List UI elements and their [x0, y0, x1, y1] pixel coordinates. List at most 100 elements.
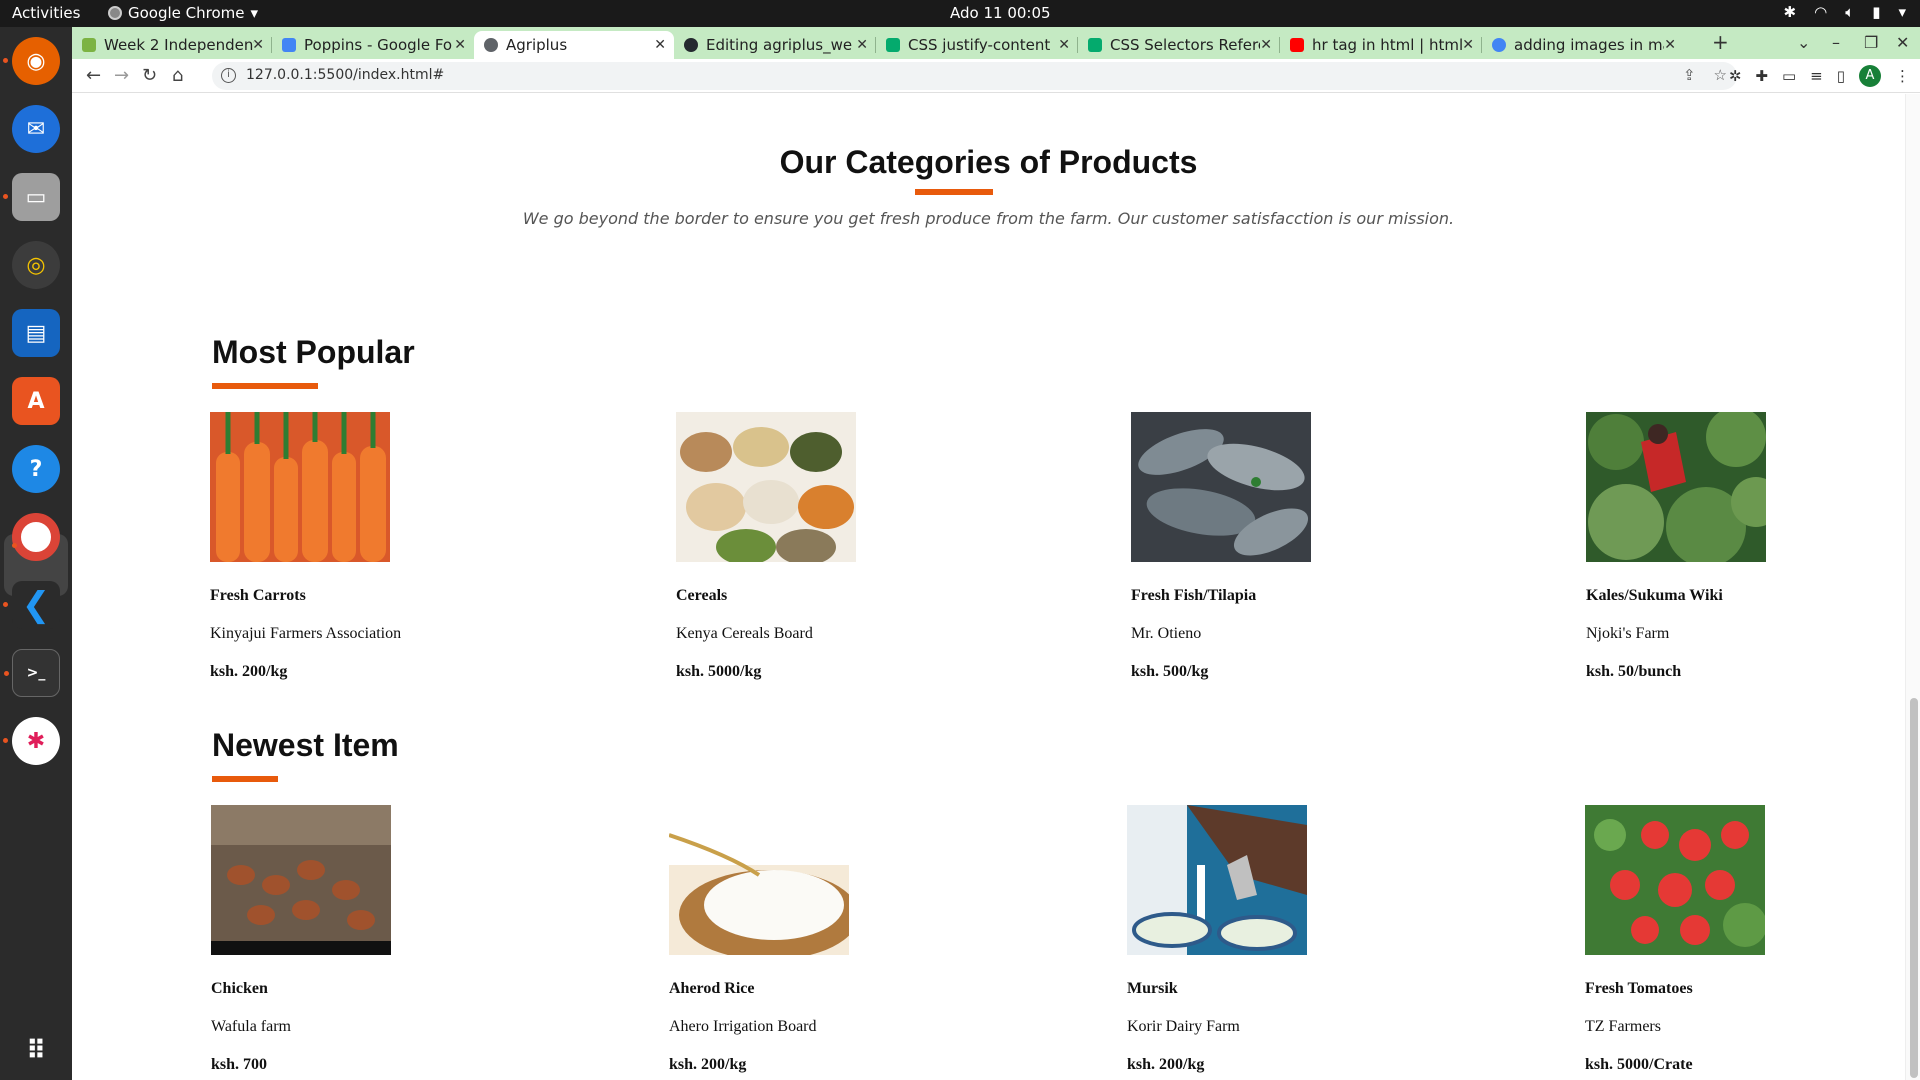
product-card[interactable]: Mursik Korir Dairy Farm ksh. 200/kg: [1127, 805, 1387, 1074]
side-panel-icon[interactable]: ▯: [1837, 67, 1845, 85]
close-tab-icon[interactable]: ✕: [454, 37, 466, 53]
writer-icon[interactable]: ▤: [12, 309, 60, 357]
home-icon[interactable]: ⌂: [172, 65, 183, 86]
slack-tray-icon[interactable]: ✱: [1784, 3, 1797, 21]
close-tab-icon[interactable]: ✕: [1462, 37, 1474, 53]
page-scrollbar[interactable]: [1905, 94, 1920, 1080]
github-icon: [684, 38, 698, 52]
help-icon[interactable]: ?: [12, 445, 60, 493]
tab[interactable]: Week 2 Independent ✕: [72, 31, 272, 59]
minimize-icon[interactable]: –: [1832, 33, 1840, 52]
new-tab-button[interactable]: +: [1712, 30, 1729, 54]
chrome-app-icon: [108, 6, 122, 20]
tab-title: Poppins - Google Fo: [304, 36, 453, 54]
tomatoes-image: [1585, 805, 1765, 955]
close-window-icon[interactable]: ✕: [1896, 33, 1909, 52]
product-name: Fresh Tomatoes: [1585, 980, 1693, 997]
product-price: ksh. 500/kg: [1131, 663, 1209, 680]
tab[interactable]: Poppins - Google Fo ✕: [272, 31, 474, 59]
product-price: ksh. 50/bunch: [1586, 663, 1682, 680]
software-center-icon[interactable]: A: [12, 377, 60, 425]
forward-icon[interactable]: →: [114, 65, 129, 86]
close-tab-icon[interactable]: ✕: [1058, 37, 1070, 53]
system-tray[interactable]: ✱ ◠ 🔈︎ ▮ ▾: [1784, 3, 1906, 21]
close-tab-icon[interactable]: ✕: [654, 37, 666, 53]
product-card[interactable]: Kales/Sukuma Wiki Njoki's Farm ksh. 50/b…: [1586, 412, 1846, 681]
close-tab-icon[interactable]: ✕: [1664, 37, 1676, 53]
fish-image: [1131, 412, 1311, 562]
slack-icon[interactable]: ✱: [3, 717, 60, 765]
product-name: Cereals: [676, 587, 728, 604]
globe-icon: [484, 38, 498, 52]
dock: ◉ ✉ ▭ ◎ ▤ A ? ❮ >_ ✱ ⠿: [0, 27, 72, 1080]
cast-icon[interactable]: ▭: [1782, 67, 1796, 85]
newest-item-heading: Newest Item: [212, 727, 399, 763]
product-card[interactable]: Fresh Tomatoes TZ Farmers ksh. 5000/Crat…: [1585, 805, 1845, 1074]
product-name: Fresh Carrots: [210, 587, 306, 604]
extensions-area: ✲ ✚ ▭ ≡ ▯ A ⋮: [1729, 65, 1910, 87]
share-icon[interactable]: ⇪: [1683, 66, 1696, 84]
tab[interactable]: adding images in ma ✕: [1482, 31, 1684, 59]
close-tab-icon[interactable]: ✕: [252, 37, 264, 53]
product-seller: Ahero Irrigation Board: [669, 1018, 817, 1035]
title-underline: [915, 189, 993, 195]
firefox-icon[interactable]: ◉: [3, 37, 60, 85]
site-info-icon[interactable]: i: [221, 68, 236, 83]
system-top-bar: Activities Google Chrome ▾ Ado 11 00:05 …: [0, 0, 1920, 27]
product-price: ksh. 200/kg: [210, 663, 288, 680]
product-seller: Njoki's Farm: [1586, 625, 1670, 642]
tab[interactable]: CSS Selectors Refere ✕: [1078, 31, 1280, 59]
product-card[interactable]: Fresh Carrots Kinyajui Farmers Associati…: [210, 412, 470, 681]
product-card[interactable]: Fresh Fish/Tilapia Mr. Otieno ksh. 500/k…: [1131, 412, 1391, 681]
battery-icon: ▮: [1872, 3, 1881, 21]
tab[interactable]: Editing agriplus_we ✕: [674, 31, 876, 59]
reading-list-icon[interactable]: ≡: [1810, 67, 1823, 85]
restore-icon[interactable]: ❐: [1864, 33, 1878, 52]
tab-search-chevron-icon[interactable]: ⌄: [1797, 33, 1810, 52]
chrome-window: Week 2 Independent ✕ Poppins - Google Fo…: [72, 27, 1920, 1080]
product-price: ksh. 700: [211, 1056, 268, 1073]
product-card[interactable]: Chicken Wafula farm ksh. 700: [211, 805, 471, 1074]
show-apps-icon[interactable]: ⠿: [12, 1027, 60, 1075]
product-card[interactable]: Aherod Rice Ahero Irrigation Board ksh. …: [669, 805, 929, 1074]
chrome-icon[interactable]: [12, 513, 60, 561]
back-icon[interactable]: ←: [86, 65, 101, 86]
bookmark-star-icon[interactable]: ☆: [1714, 66, 1727, 84]
extensions-puzzle-icon[interactable]: ✚: [1755, 67, 1768, 85]
close-tab-icon[interactable]: ✕: [1260, 37, 1272, 53]
reload-icon[interactable]: ↻: [142, 65, 157, 86]
activities-button[interactable]: Activities: [12, 4, 80, 22]
tab-title: hr tag in html | html: [1312, 36, 1462, 54]
page-content: Our Categories of Products We go beyond …: [72, 94, 1920, 1080]
volume-icon: 🔈︎: [1845, 3, 1855, 21]
url-text[interactable]: 127.0.0.1:5500/index.html#: [246, 67, 444, 83]
profile-avatar[interactable]: A: [1859, 65, 1881, 87]
tab-active[interactable]: Agriplus ✕: [474, 31, 674, 59]
scrollbar-thumb[interactable]: [1910, 698, 1918, 1078]
chicken-image: [211, 805, 391, 955]
files-icon[interactable]: ▭: [3, 173, 60, 221]
tab-strip: Week 2 Independent ✕ Poppins - Google Fo…: [72, 27, 1920, 59]
kales-image: [1586, 412, 1766, 562]
address-bar[interactable]: i 127.0.0.1:5500/index.html# ⇪ ☆: [212, 62, 1737, 90]
close-tab-icon[interactable]: ✕: [856, 37, 868, 53]
app-menu-label: Google Chrome: [128, 4, 245, 22]
tab[interactable]: CSS justify-content ✕: [876, 31, 1078, 59]
product-card[interactable]: Cereals Kenya Cereals Board ksh. 5000/kg: [676, 412, 936, 681]
w3schools-icon: [1088, 38, 1102, 52]
extension-bug-icon[interactable]: ✲: [1729, 67, 1742, 85]
vscode-icon[interactable]: ❮: [3, 581, 60, 629]
most-popular-underline: [212, 383, 318, 389]
carrots-image: [210, 412, 390, 562]
tab-title: adding images in ma: [1514, 36, 1664, 54]
tab[interactable]: hr tag in html | html ✕: [1280, 31, 1482, 59]
chrome-menu-icon[interactable]: ⋮: [1895, 67, 1910, 85]
clock[interactable]: Ado 11 00:05: [950, 4, 1051, 22]
tab-title: CSS justify-content: [908, 36, 1051, 54]
thunderbird-icon[interactable]: ✉: [12, 105, 60, 153]
product-price: ksh. 5000/Crate: [1585, 1056, 1693, 1073]
rhythmbox-icon[interactable]: ◎: [12, 241, 60, 289]
terminal-icon[interactable]: >_: [4, 649, 60, 697]
w3schools-icon: [886, 38, 900, 52]
app-menu[interactable]: Google Chrome ▾: [108, 4, 258, 22]
